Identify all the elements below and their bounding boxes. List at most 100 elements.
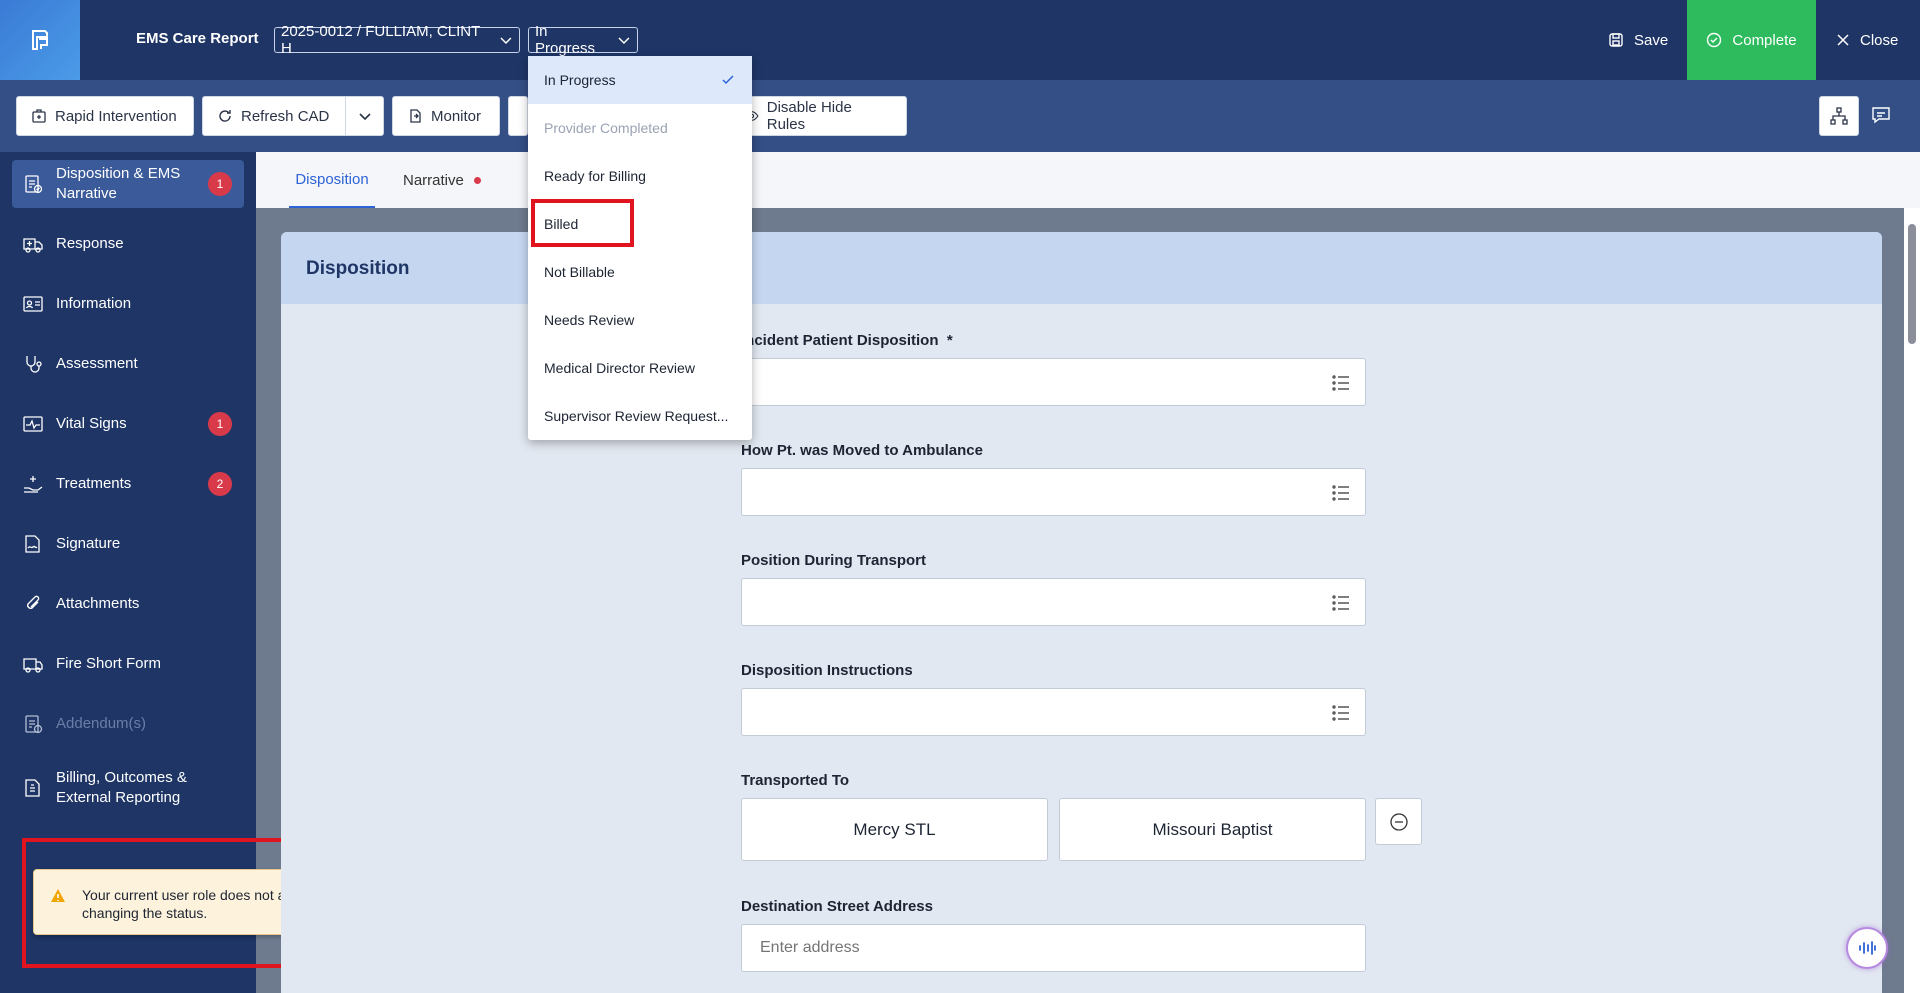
list-icon[interactable] — [1331, 483, 1351, 503]
status-option-in-progress[interactable]: In Progress — [528, 56, 752, 104]
sidebar-item-label: Addendum(s) — [56, 715, 147, 732]
refresh-cad-dropdown[interactable] — [345, 96, 384, 136]
app-title: EMS Care Report — [136, 30, 259, 47]
medkit-icon — [32, 109, 46, 123]
chat-bubble-icon — [1872, 107, 1890, 124]
sidebar-item-label: Assessment — [56, 355, 138, 372]
refresh-cad-label: Refresh CAD — [241, 107, 330, 125]
document-icon — [25, 715, 43, 734]
sidebar-item-signature[interactable]: Signature — [12, 520, 244, 568]
status-option-supervisor-review[interactable]: Supervisor Review Request... — [528, 392, 752, 440]
count-badge: 2 — [208, 472, 232, 496]
status-option-medical-director-review[interactable]: Medical Director Review — [528, 344, 752, 392]
sidebar-item-attachments[interactable]: Attachments — [12, 580, 244, 628]
complete-label: Complete — [1732, 31, 1797, 49]
close-label: Close — [1860, 31, 1899, 49]
status-option-not-billable[interactable]: Not Billable — [528, 248, 752, 296]
sidebar-item-label: Disposition & EMS Narrative — [56, 165, 181, 202]
sidebar-item-billing[interactable]: Billing, Outcomes & External Reporting — [12, 760, 244, 816]
status-option-label: In Progress — [544, 72, 616, 88]
file-import-icon — [410, 109, 421, 123]
save-label: Save — [1634, 31, 1669, 49]
close-icon — [1837, 34, 1849, 46]
list-icon[interactable] — [1331, 373, 1351, 393]
toolbar-hidden-button[interactable] — [508, 96, 528, 136]
sidebar-item-assessment[interactable]: Assessment — [12, 340, 244, 388]
moved-to-ambulance-field[interactable] — [741, 468, 1366, 516]
disposition-instructions-field[interactable] — [741, 688, 1366, 736]
sidebar-item-label: Fire Short Form — [56, 655, 162, 672]
sidebar-item-information[interactable]: Information — [12, 280, 244, 328]
transported-to-label: Transported To — [741, 772, 850, 789]
patient-select[interactable]: 2025-0012 / FULLIAM, CLINT H — [274, 23, 520, 57]
toast-message: Your current user role does not allow ch… — [82, 887, 310, 921]
position-transport-label: Position During Transport — [741, 552, 927, 569]
rapid-intervention-label: Rapid Intervention — [55, 107, 177, 125]
ambulance-icon — [23, 238, 43, 253]
close-button[interactable]: Close — [1836, 0, 1898, 80]
hand-medical-icon — [24, 476, 43, 493]
save-button[interactable]: Save — [1608, 0, 1668, 80]
signature-icon — [25, 535, 40, 553]
check-circle-icon — [1707, 32, 1722, 48]
main-scrollbar[interactable] — [1904, 208, 1920, 993]
status-select-label: In Progress — [535, 23, 596, 57]
tab-narrative-label: Narrative — [403, 171, 464, 189]
chevron-down-icon — [500, 37, 512, 45]
sidebar-item-fire-short-form[interactable]: Fire Short Form — [12, 640, 244, 688]
refresh-cad-button[interactable]: Refresh CAD — [202, 96, 345, 136]
status-select[interactable]: In Progress — [528, 23, 638, 57]
sidebar-item-response[interactable]: Response — [12, 220, 244, 268]
disable-hide-rules-label: Disable Hide Rules — [766, 99, 852, 133]
panel-header: Disposition — [281, 232, 1882, 304]
pulse-icon — [23, 416, 43, 432]
audio-wave-icon — [1859, 941, 1876, 955]
app-logo[interactable] — [0, 0, 80, 80]
sidebar-item-vital-signs[interactable]: Vital Signs 1 — [12, 400, 244, 448]
sidebar-item-label: Billing, Outcomes & External Reporting — [56, 769, 187, 806]
sidebar-item-treatments[interactable]: Treatments 2 — [12, 460, 244, 508]
remove-destination-button[interactable] — [1375, 798, 1422, 845]
sidebar-item-label: Response — [56, 235, 124, 252]
sidebar-item-label: Attachments — [56, 595, 140, 612]
complete-button[interactable]: Complete — [1687, 0, 1816, 80]
incident-disposition-text: Incident Patient Disposition — [741, 332, 939, 349]
comments-button[interactable] — [1870, 104, 1892, 131]
destination-missouri-baptist-button[interactable]: Missouri Baptist — [1059, 798, 1366, 861]
destination-address-input[interactable] — [741, 924, 1366, 972]
monitor-label: Monitor — [431, 107, 482, 125]
count-badge: 1 — [208, 172, 232, 196]
id-card-icon — [23, 296, 43, 312]
position-transport-field[interactable] — [741, 578, 1366, 626]
rapid-intervention-button[interactable]: Rapid Intervention — [16, 96, 194, 136]
sidebar-item-label: Treatments — [56, 475, 132, 492]
top-bar: EMS Care Report 2025-0012 / FULLIAM, CLI… — [0, 0, 1920, 80]
destination-address-label: Destination Street Address — [741, 898, 933, 915]
workflow-button[interactable] — [1819, 96, 1859, 136]
tab-disposition[interactable]: Disposition — [289, 152, 375, 208]
status-option-ready-for-billing[interactable]: Ready for Billing — [528, 152, 752, 200]
check-icon — [722, 75, 734, 85]
monitor-button[interactable]: Monitor — [392, 96, 500, 136]
chevron-down-icon — [618, 37, 630, 45]
required-dot — [473, 176, 481, 184]
voice-assistant-button[interactable] — [1846, 927, 1888, 969]
sidebar-item-label: Signature — [56, 535, 121, 552]
scroll-thumb[interactable] — [1908, 224, 1916, 344]
sidebar-item-disposition[interactable]: Disposition & EMS Narrative 1 — [12, 160, 244, 208]
panel-title: Disposition — [306, 258, 410, 279]
status-option-needs-review[interactable]: Needs Review — [528, 296, 752, 344]
incident-disposition-field[interactable] — [741, 358, 1366, 406]
count-badge: 1 — [208, 412, 232, 436]
section-tabs: Disposition Narrative — [256, 152, 1920, 208]
destination-mercy-stl-button[interactable]: Mercy STL — [741, 798, 1048, 861]
tab-narrative[interactable]: Narrative — [403, 152, 481, 208]
stethoscope-icon — [26, 356, 42, 373]
refresh-icon — [219, 110, 231, 122]
warning-icon — [51, 889, 65, 902]
list-icon[interactable] — [1331, 593, 1351, 613]
patient-select-label: 2025-0012 / FULLIAM, CLINT H — [281, 23, 480, 57]
list-icon[interactable] — [1331, 703, 1351, 723]
flowchart-icon — [1830, 107, 1848, 125]
required-mark: * — [946, 332, 953, 349]
